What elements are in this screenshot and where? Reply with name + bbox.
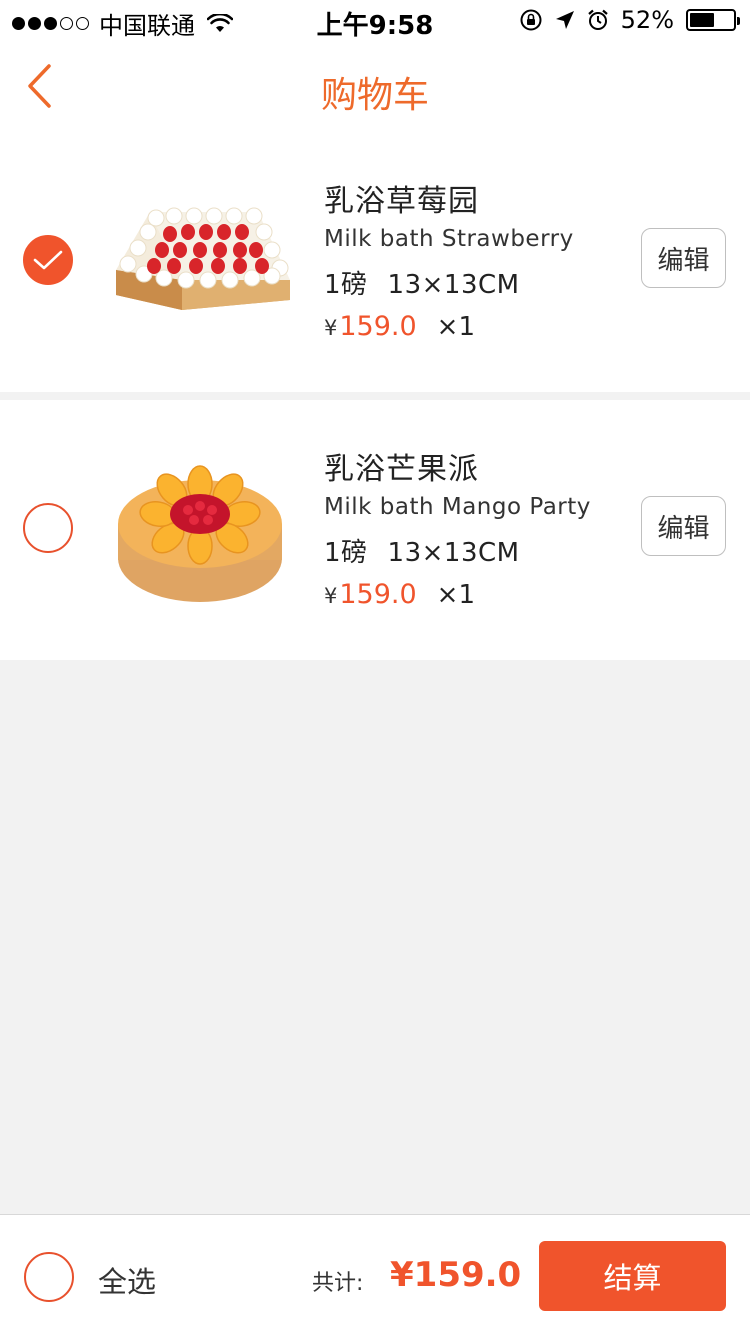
alarm-icon xyxy=(587,9,608,30)
item-size: 13×13CM xyxy=(387,538,520,568)
nav-bar: 购物车 xyxy=(0,40,750,132)
item-quantity: ×1 xyxy=(436,580,475,610)
item-name-en: Milk bath Mango Party xyxy=(324,494,591,520)
status-bar: 中国联通 上午9:58 52% xyxy=(0,0,750,41)
item-name-cn: 乳浴芒果派 xyxy=(324,452,479,487)
item-quantity: ×1 xyxy=(436,312,475,342)
location-arrow-icon xyxy=(555,11,574,29)
strawberry-cake-image xyxy=(116,207,290,310)
cart-item: 乳浴草莓园 Milk bath Strawberry 1磅 13×13CM ¥15… xyxy=(0,132,750,392)
item-info: 乳浴芒果派 Milk bath Mango Party 1磅 13×13CM ¥1… xyxy=(324,444,591,610)
check-icon xyxy=(33,250,63,270)
battery-percent: 52% xyxy=(620,6,674,34)
item-weight: 1磅 xyxy=(324,270,368,300)
cart-item: 乳浴芒果派 Milk bath Mango Party 1磅 13×13CM ¥1… xyxy=(0,400,750,660)
item-name-en: Milk bath Strawberry xyxy=(324,226,574,252)
item-price: 159.0 xyxy=(339,311,417,342)
item-price-row: ¥159.0 ×1 xyxy=(324,579,591,610)
total-price: ¥159.0 xyxy=(390,1255,522,1295)
page-title: 购物车 xyxy=(320,75,429,116)
item-size: 13×13CM xyxy=(387,270,520,300)
item-price: 159.0 xyxy=(339,579,417,610)
item-spec: 1磅 13×13CM xyxy=(324,532,591,569)
currency-symbol: ¥ xyxy=(324,584,338,608)
battery-icon xyxy=(686,9,740,31)
edit-button[interactable]: 编辑 xyxy=(641,496,726,556)
status-right: 52% xyxy=(519,6,740,34)
mango-cake-image xyxy=(118,465,282,602)
select-all-label[interactable]: 全选 xyxy=(98,1259,156,1301)
total-label: 共计: xyxy=(312,1271,364,1296)
item-name-cn: 乳浴草莓园 xyxy=(324,184,479,219)
checkout-bar: 全选 共计: ¥159.0 结算 xyxy=(0,1214,750,1334)
item-weight: 1磅 xyxy=(324,538,368,568)
select-all-checkbox[interactable] xyxy=(24,1252,74,1302)
item-checkbox[interactable] xyxy=(23,503,73,553)
item-spec: 1磅 13×13CM xyxy=(324,264,574,301)
checkout-button[interactable]: 结算 xyxy=(539,1241,726,1311)
rotation-lock-icon xyxy=(520,9,542,31)
item-checkbox[interactable] xyxy=(23,235,73,285)
item-price-row: ¥159.0 ×1 xyxy=(324,311,574,342)
item-info: 乳浴草莓园 Milk bath Strawberry 1磅 13×13CM ¥15… xyxy=(324,176,574,342)
edit-button[interactable]: 编辑 xyxy=(641,228,726,288)
currency-symbol: ¥ xyxy=(324,316,338,340)
